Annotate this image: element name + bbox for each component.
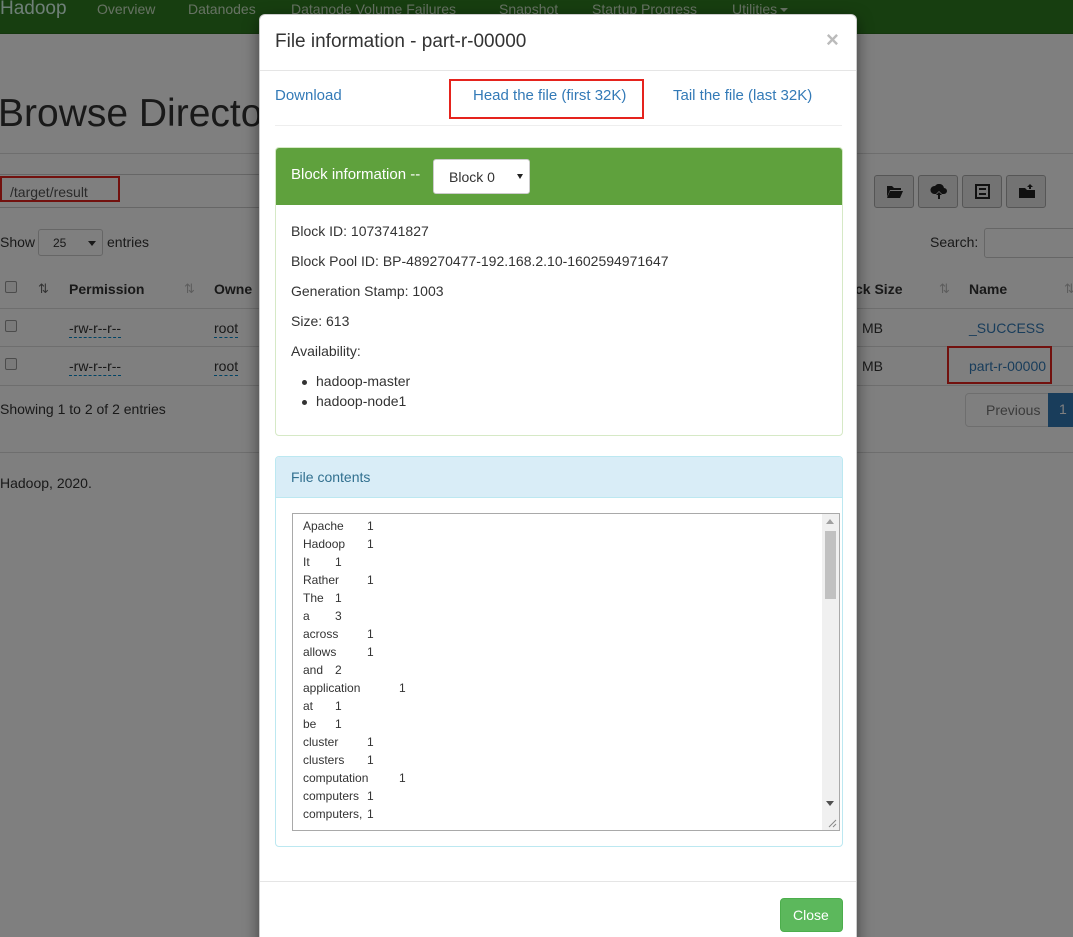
file-contents-panel: File contents Apache 1 Hadoop 1 It 1 Rather 1 Th… [275,456,843,847]
content-word: It [303,555,310,569]
content-word: across [303,627,339,641]
highlight-head-link [449,79,644,119]
content-count: 1 [367,537,374,551]
content-count: 3 [335,609,342,623]
caret-down-icon [517,174,523,179]
file-info-modal: File information - part-r-00000 × Downlo… [259,14,857,937]
scroll-down-icon[interactable] [826,801,834,806]
divider [275,125,842,126]
download-link[interactable]: Download [275,87,342,104]
block-info-panel: Block information -- Block 0 Block ID: 1… [275,147,843,436]
content-count: 1 [335,699,342,713]
scrollbar-thumb[interactable] [825,531,836,599]
close-button[interactable]: Close [780,898,843,932]
content-word: a [303,609,310,623]
generation-stamp: Generation Stamp: 1003 [291,283,444,299]
availability-node: hadoop-master [301,373,411,389]
scroll-up-icon[interactable] [826,519,834,524]
file-contents-heading: File contents [291,469,371,485]
content-count: 1 [367,627,374,641]
content-count: 1 [367,573,374,587]
content-word: Rather [303,573,340,587]
content-word: Apache [303,519,344,533]
content-count: 1 [367,789,374,803]
content-count: 2 [335,663,342,677]
content-count: 1 [335,591,342,605]
content-word: and [303,663,324,677]
resize-grip-icon[interactable] [827,818,837,828]
content-word: clusters [303,753,345,767]
block-id: Block ID: 1073741827 [291,223,429,239]
scrollbar[interactable] [822,514,839,830]
block-select[interactable]: Block 0 [433,159,530,194]
content-word: allows [303,645,337,659]
content-word: computers [303,789,360,803]
close-icon[interactable]: × [826,27,839,53]
content-count: 1 [367,807,374,821]
content-count: 1 [335,555,342,569]
file-contents-header: File contents [276,457,842,498]
divider [260,881,856,882]
content-word: at [303,699,314,713]
tail-file-link[interactable]: Tail the file (last 32K) [673,87,812,104]
content-count: 1 [399,771,406,785]
content-count: 1 [399,681,406,695]
content-word: The [303,591,324,605]
availability-label: Availability: [291,343,361,359]
modal-header: File information - part-r-00000 × [260,15,856,71]
content-word: be [303,717,317,731]
content-word: Hadoop [303,537,346,551]
content-count: 1 [367,753,374,767]
block-info-header: Block information -- Block 0 [276,148,842,205]
close-button-label: Close [793,907,829,923]
availability-node: hadoop-node1 [301,393,407,409]
content-word: application [303,681,361,695]
block-pool-id: Block Pool ID: BP-489270477-192.168.2.10… [291,253,669,269]
block-select-value: Block 0 [449,169,495,185]
content-count: 1 [367,735,374,749]
content-word: cluster [303,735,339,749]
modal-title: File information - part-r-00000 [275,31,527,52]
content-count: 1 [367,645,374,659]
file-contents-textarea[interactable]: Apache 1 Hadoop 1 It 1 Rather 1 The 1 a 3 across 1 all… [292,513,840,831]
content-word: computers, [303,807,363,821]
block-info-heading: Block information -- [291,166,421,183]
content-word: computation [303,771,369,785]
block-size: Size: 613 [291,313,350,329]
content-count: 1 [335,717,342,731]
content-count: 1 [367,519,374,533]
